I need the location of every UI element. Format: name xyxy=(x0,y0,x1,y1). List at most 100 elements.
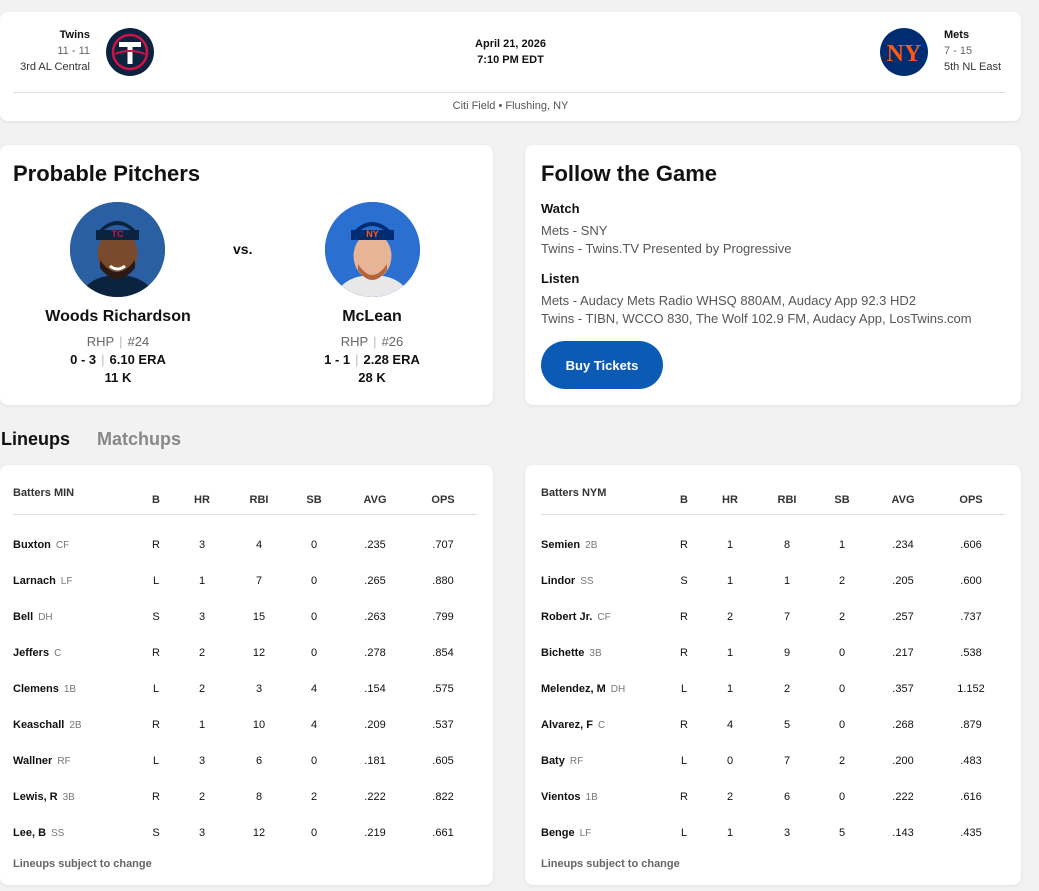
batter-name[interactable]: Alvarez, F xyxy=(541,719,593,731)
table-row: Jeffers C R 2 12 0 .278 .854 xyxy=(0,647,493,683)
batter-name-cell[interactable]: Melendez, M DH xyxy=(541,683,625,695)
stat-hr: 2 xyxy=(726,611,734,623)
batter-position: 2B xyxy=(69,720,82,731)
venue: Citi Field • Flushing, NY xyxy=(452,100,569,112)
lineup-footnote: Lineups subject to change xyxy=(541,858,680,870)
batter-name-cell[interactable]: Keaschall 2B xyxy=(13,719,82,731)
col-rbi: RBI xyxy=(249,494,269,506)
batter-name[interactable]: Baty xyxy=(541,755,565,767)
stat-sb: 0 xyxy=(838,791,846,803)
svg-text:NY: NY xyxy=(366,229,379,239)
col-b: B xyxy=(152,494,160,506)
stat-b: R xyxy=(152,719,160,731)
away-pitcher-stats: 0 - 3 | 6.10 ERA xyxy=(70,352,166,367)
stat-hr: 1 xyxy=(726,575,734,587)
stat-avg: .205 xyxy=(892,575,914,587)
batter-position: C xyxy=(54,648,62,659)
batter-name-cell[interactable]: Robert Jr. CF xyxy=(541,611,611,623)
stat-avg: .263 xyxy=(364,611,386,623)
svg-text:TC: TC xyxy=(112,229,124,239)
batter-name[interactable]: Semien xyxy=(541,539,580,551)
stat-avg: .181 xyxy=(364,755,386,767)
stat-avg: .217 xyxy=(892,647,914,659)
batter-name-cell[interactable]: Alvarez, F C xyxy=(541,719,605,731)
stat-hr: 2 xyxy=(198,647,206,659)
batter-name[interactable]: Larnach xyxy=(13,575,56,587)
batter-name[interactable]: Keaschall xyxy=(13,719,64,731)
batter-name-cell[interactable]: Lee, B SS xyxy=(13,827,64,839)
batter-position: LF xyxy=(60,576,73,587)
home-pitcher-name[interactable]: McLean xyxy=(272,308,472,326)
batter-name[interactable]: Melendez, M xyxy=(541,683,606,695)
buy-tickets-button[interactable]: Buy Tickets xyxy=(541,341,663,389)
home-pitcher-number: #26 xyxy=(381,334,404,349)
batter-name-cell[interactable]: Bell DH xyxy=(13,611,53,623)
mets-logo[interactable]: NY xyxy=(880,28,928,76)
stat-sb: 4 xyxy=(310,719,318,731)
stat-avg: .278 xyxy=(364,647,386,659)
stat-hr: 1 xyxy=(726,647,734,659)
batter-name-cell[interactable]: Buxton CF xyxy=(13,539,69,551)
stat-ops: .880 xyxy=(432,575,454,587)
watch-line-mets: Mets - SNY xyxy=(541,223,608,238)
batter-name[interactable]: Robert Jr. xyxy=(541,611,592,623)
batter-name[interactable]: Lindor xyxy=(541,575,575,587)
batter-name-cell[interactable]: Baty RF xyxy=(541,755,583,767)
home-pitcher-headshot[interactable]: NY xyxy=(325,202,420,297)
stat-sb: 0 xyxy=(838,683,846,695)
batter-position: LF xyxy=(579,828,592,839)
stat-b: R xyxy=(680,539,688,551)
batter-name-cell[interactable]: Benge LF xyxy=(541,827,591,839)
batter-name[interactable]: Buxton xyxy=(13,539,51,551)
stat-sb: 0 xyxy=(310,539,318,551)
batter-name-cell[interactable]: Lewis, R 3B xyxy=(13,791,75,803)
tab-lineups[interactable]: Lineups xyxy=(1,429,70,450)
table-row: Semien 2B R 1 8 1 .234 .606 xyxy=(525,539,1021,575)
batter-position: RF xyxy=(569,756,584,767)
batter-name[interactable]: Jeffers xyxy=(13,647,49,659)
batter-name-cell[interactable]: Lindor SS xyxy=(541,575,594,587)
stat-b: S xyxy=(152,827,160,839)
stat-ops: .616 xyxy=(960,791,982,803)
batter-name[interactable]: Benge xyxy=(541,827,575,839)
batter-name-cell[interactable]: Vientos 1B xyxy=(541,791,598,803)
stat-b: L xyxy=(680,827,688,839)
batter-name[interactable]: Clemens xyxy=(13,683,59,695)
batter-name[interactable]: Lewis, R xyxy=(13,791,58,803)
batter-position: DH xyxy=(610,684,626,695)
away-pitcher-headshot[interactable]: TC xyxy=(70,202,165,297)
batter-position: C xyxy=(597,720,606,731)
batter-name[interactable]: Bell xyxy=(13,611,33,623)
batter-name-cell[interactable]: Larnach LF xyxy=(13,575,72,587)
lineup-table-min: Batters MIN B HR RBI SB AVG OPS Buxton CF… xyxy=(0,465,493,885)
stat-sb: 0 xyxy=(838,647,846,659)
batter-name-cell[interactable]: Wallner RF xyxy=(13,755,71,767)
stat-b: S xyxy=(680,575,688,587)
away-pitcher-number: #24 xyxy=(127,334,150,349)
batter-name[interactable]: Bichette xyxy=(541,647,584,659)
batter-name-cell[interactable]: Jeffers C xyxy=(13,647,61,659)
stat-sb: 4 xyxy=(310,683,318,695)
stat-sb: 0 xyxy=(310,611,318,623)
stat-rbi: 3 xyxy=(783,827,791,839)
batter-name[interactable]: Lee, B xyxy=(13,827,46,839)
stat-b: R xyxy=(152,647,160,659)
home-pitcher-info: RHP | #26 xyxy=(340,334,404,349)
stat-avg: .268 xyxy=(892,719,914,731)
probable-pitchers-card: Probable Pitchers TC Woods Richardson RH… xyxy=(0,145,493,405)
stat-sb: 2 xyxy=(310,791,318,803)
batter-name-cell[interactable]: Semien 2B xyxy=(541,539,597,551)
batter-name[interactable]: Wallner xyxy=(13,755,52,767)
batter-name-cell[interactable]: Clemens 1B xyxy=(13,683,76,695)
lineup-table-nym: Batters NYM B HR RBI SB AVG OPS Semien 2B… xyxy=(525,465,1021,885)
twins-logo[interactable] xyxy=(106,28,154,76)
batter-name-cell[interactable]: Bichette 3B xyxy=(541,647,602,659)
tab-matchups[interactable]: Matchups xyxy=(97,429,181,450)
stat-b: L xyxy=(152,755,160,767)
stat-b: L xyxy=(680,755,688,767)
home-team-name[interactable]: Mets xyxy=(944,29,969,41)
batter-name[interactable]: Vientos xyxy=(541,791,581,803)
away-pitcher-name[interactable]: Woods Richardson xyxy=(18,308,218,326)
stat-hr: 3 xyxy=(198,539,206,551)
stat-sb: 0 xyxy=(310,755,318,767)
